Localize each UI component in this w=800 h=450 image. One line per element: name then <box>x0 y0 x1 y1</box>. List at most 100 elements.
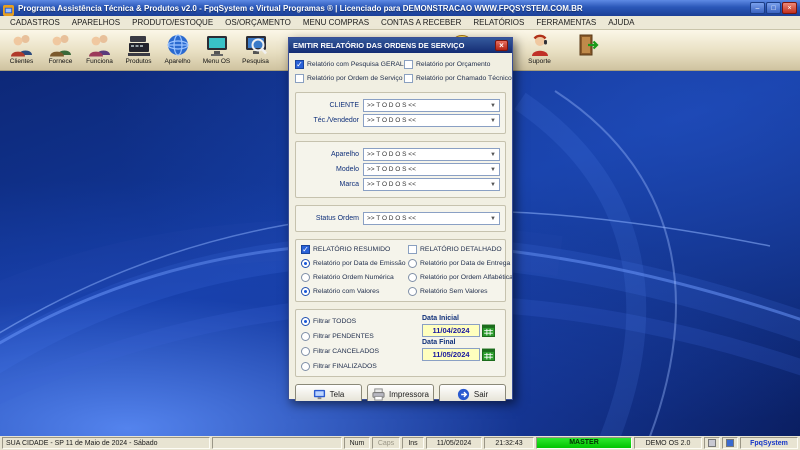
toolbar-menu-os[interactable]: Menu OS <box>197 31 236 70</box>
filter-group: Filtrar TODOS Filtrar PENDENTES Filtrar … <box>295 309 506 377</box>
radio-filtrar-finalizados[interactable]: Filtrar FINALIZADOS <box>301 361 418 372</box>
toolbar-label: Produtos <box>125 58 152 65</box>
radio-label: Filtrar CANCELADOS <box>313 348 380 355</box>
impressora-button[interactable]: Impressora <box>367 384 434 401</box>
checkbox-label: RELATÓRIO RESUMIDO <box>313 246 391 253</box>
menu-cadastros[interactable]: CADASTROS <box>4 18 66 27</box>
tela-button[interactable]: Tela <box>295 384 362 401</box>
radio-sem-valores[interactable]: Relatório Sem Valores <box>408 286 512 297</box>
radio-label: Relatório Ordem Numérica <box>313 274 394 281</box>
data-final-field[interactable]: 11/05/2024 <box>422 348 480 361</box>
radio-data-emissao[interactable]: Relatório por Data de Emissão <box>301 258 406 269</box>
radio-filtrar-cancelados[interactable]: Filtrar CANCELADOS <box>301 346 418 357</box>
menu-compras[interactable]: MENU COMPRAS <box>297 18 375 27</box>
combo-value: >> T O D O S << <box>367 166 416 173</box>
checkbox-relatorio-resumido[interactable]: ✓ RELATÓRIO RESUMIDO <box>301 244 406 255</box>
toolbar-aparelho[interactable]: Aparelho <box>158 31 197 70</box>
checkbox-box <box>295 74 304 83</box>
calendar-icon[interactable] <box>482 348 495 361</box>
menu-aparelhos[interactable]: APARELHOS <box>66 18 126 27</box>
checkbox-label: Relatório por Orçamento <box>416 61 491 68</box>
support-icon <box>527 32 553 58</box>
data-inicial-field[interactable]: 11/04/2024 <box>422 324 480 337</box>
checkbox-box <box>404 74 413 83</box>
toolbar-label: Fornece <box>48 58 73 65</box>
radio-filtrar-pendentes[interactable]: Filtrar PENDENTES <box>301 331 418 342</box>
employees-icon <box>87 32 113 58</box>
close-button[interactable]: × <box>782 2 797 14</box>
clients-icon <box>9 32 35 58</box>
minimize-button[interactable]: – <box>750 2 765 14</box>
toolbar-funcionarios[interactable]: Funciona <box>80 31 119 70</box>
toolbar-label: Funciona <box>86 58 113 65</box>
maximize-button[interactable]: □ <box>766 2 781 14</box>
radio-dot <box>301 287 310 296</box>
status-insert: Ins <box>402 437 424 449</box>
status-ordem-select[interactable]: >> T O D O S << ▼ <box>363 212 500 225</box>
radio-label: Relatório por Data de Entrega <box>420 260 511 267</box>
radio-com-valores[interactable]: Relatório com Valores <box>301 286 406 297</box>
status-ordem-group: Status Ordem >> T O D O S << ▼ <box>295 205 506 232</box>
toolbar-sair[interactable] <box>568 31 607 70</box>
dialog-title: EMITIR RELATÓRIO DAS ORDENS DE SERVIÇO <box>293 41 465 50</box>
radio-label: Filtrar FINALIZADOS <box>313 363 377 370</box>
menu-ferramentas[interactable]: FERRAMENTAS <box>530 18 602 27</box>
button-label: Sair <box>473 390 489 399</box>
status-version: DEMO OS 2.0 <box>634 437 702 449</box>
printer-icon <box>372 388 385 401</box>
radio-data-entrega[interactable]: Relatório por Data de Entrega <box>408 258 512 269</box>
tecnico-vendedor-label: Téc./Vendedor <box>313 117 359 124</box>
checkbox-relatorio-detalhado[interactable]: RELATÓRIO DETALHADO <box>408 244 512 255</box>
sair-button[interactable]: Sair <box>439 384 506 401</box>
report-type-checkboxes: ✓ Relatório com Pesquisa GERAL Relatório… <box>295 59 512 84</box>
checkbox-label: Relatório por Ordem de Serviço <box>307 75 403 82</box>
menu-os-orcamento[interactable]: OS/ORÇAMENTO <box>219 18 297 27</box>
radio-ordem-numerica[interactable]: Relatório Ordem Numérica <box>301 272 406 283</box>
toolbar-pesquisa[interactable]: Pesquisa <box>236 31 275 70</box>
tecnico-vendedor-select[interactable]: >> T O D O S << ▼ <box>363 114 500 127</box>
status-spacer <box>212 437 342 449</box>
toolbar-suporte[interactable]: Suporte <box>520 31 559 70</box>
toolbar-clientes[interactable]: Clientes <box>2 31 41 70</box>
menu-relatorios[interactable]: RELATÓRIOS <box>467 18 530 27</box>
toolbar-label: Menu OS <box>202 58 231 65</box>
radio-label: Relatório por Data de Emissão <box>313 260 406 267</box>
radio-ordem-alfabetica[interactable]: Relatório por Ordem Alfabética <box>408 272 512 283</box>
toolbar-produtos[interactable]: Produtos <box>119 31 158 70</box>
checkbox-box: ✓ <box>295 60 304 69</box>
calendar-icon[interactable] <box>482 324 495 337</box>
dialog-titlebar[interactable]: EMITIR RELATÓRIO DAS ORDENS DE SERVIÇO × <box>289 38 512 53</box>
cliente-label: CLIENTE <box>329 102 359 109</box>
checkbox-por-chamado-tecnico[interactable]: Relatório por Chamado Técnico <box>404 73 512 84</box>
suppliers-icon <box>48 32 74 58</box>
checkbox-label: RELATÓRIO DETALHADO <box>420 246 502 253</box>
menu-produto-estoque[interactable]: PRODUTO/ESTOQUE <box>126 18 219 27</box>
checkbox-box: ✓ <box>301 245 310 254</box>
checkbox-por-ordem-servico[interactable]: Relatório por Ordem de Serviço <box>295 73 403 84</box>
aparelho-select[interactable]: >> T O D O S << ▼ <box>363 148 500 161</box>
cliente-select[interactable]: >> T O D O S << ▼ <box>363 99 500 112</box>
menu-ajuda[interactable]: AJUDA <box>602 18 640 27</box>
menu-os-icon <box>204 32 230 58</box>
radio-filtrar-todos[interactable]: Filtrar TODOS <box>301 316 418 327</box>
window-titlebar: Programa Assistência Técnica & Produtos … <box>0 0 800 16</box>
cliente-group: CLIENTE >> T O D O S << ▼ Téc./Vendedor … <box>295 92 506 134</box>
marca-select[interactable]: >> T O D O S << ▼ <box>363 178 500 191</box>
checkbox-pesquisa-geral[interactable]: ✓ Relatório com Pesquisa GERAL <box>295 59 404 70</box>
dialog-close-button[interactable]: × <box>495 40 508 51</box>
window-title: Programa Assistência Técnica & Produtos … <box>18 3 583 13</box>
radio-dot <box>301 347 310 356</box>
menu-contas-receber[interactable]: CONTAS A RECEBER <box>375 18 467 27</box>
modelo-label: Modelo <box>336 166 359 173</box>
radio-dot <box>408 273 417 282</box>
status-date: 11/05/2024 <box>426 437 482 449</box>
data-final-label: Data Final <box>422 339 456 346</box>
radio-dot <box>408 259 417 268</box>
chevron-down-icon: ▼ <box>490 166 496 173</box>
checkbox-por-orcamento[interactable]: Relatório por Orçamento <box>404 59 512 70</box>
modelo-select[interactable]: >> T O D O S << ▼ <box>363 163 500 176</box>
aparelho-label: Aparelho <box>330 151 359 158</box>
chevron-down-icon: ▼ <box>490 102 496 109</box>
toolbar-fornecedores[interactable]: Fornece <box>41 31 80 70</box>
combo-value: >> T O D O S << <box>367 215 416 222</box>
